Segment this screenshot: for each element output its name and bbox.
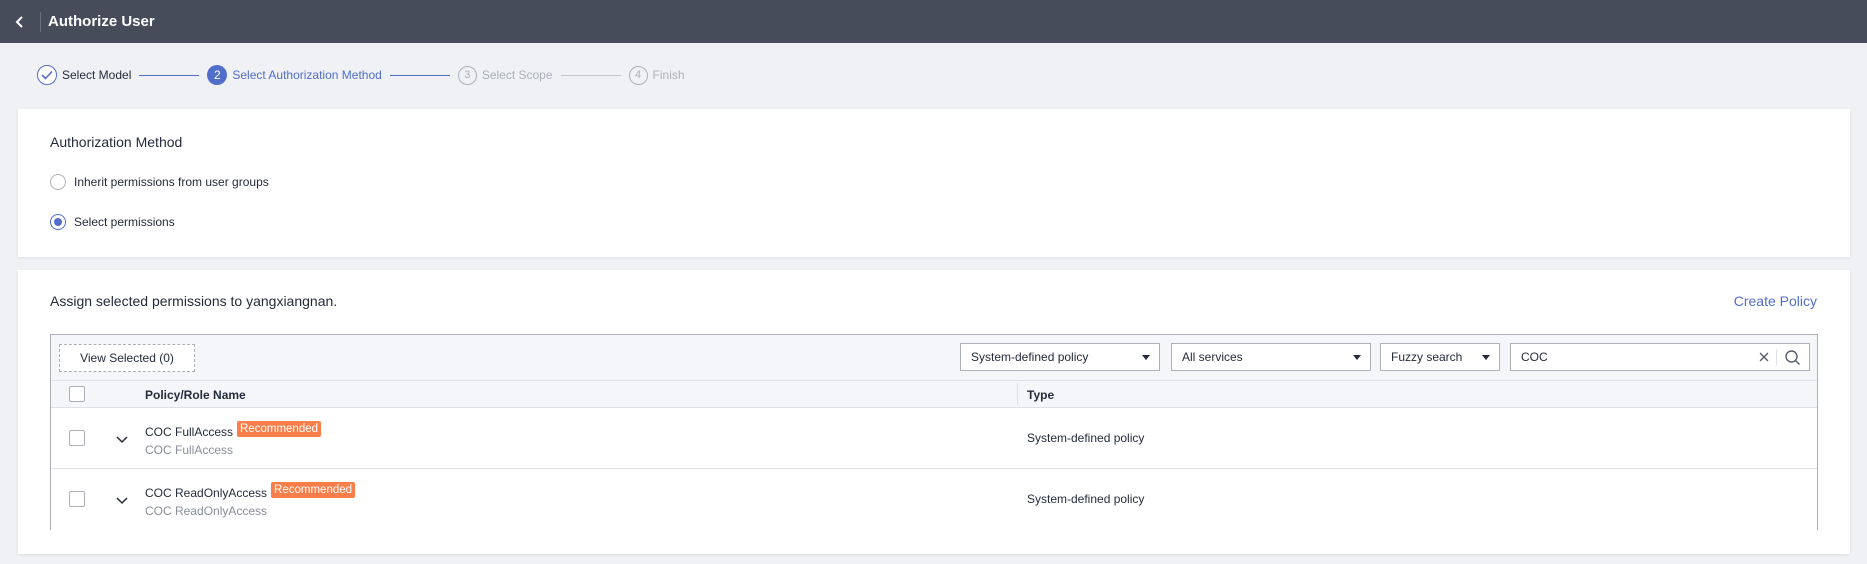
table-row: COC FullAccess Recommended COC FullAcces… [51,408,1817,469]
assign-permissions-text: Assign selected permissions to yangxiang… [50,293,338,309]
select-value: All services [1182,350,1243,364]
table-header: Policy/Role Name Type [51,380,1817,408]
radio-inherit-permissions[interactable]: Inherit permissions from user groups [50,174,269,190]
row-checkbox[interactable] [69,430,85,446]
policy-table: View Selected (0) System-defined policy … [50,334,1818,530]
view-selected-button[interactable]: View Selected (0) [59,344,195,372]
step-select-scope: 3 Select Scope [457,65,553,85]
check-icon [37,65,57,85]
search-input[interactable]: COC [1510,343,1810,371]
step-select-authorization-method: 2 Select Authorization Method [207,65,382,85]
step-label: Select Scope [481,68,553,82]
select-value: System-defined policy [971,350,1089,364]
search-value: COC [1521,350,1548,364]
search-divider [1776,349,1777,365]
step-connector [560,74,621,76]
policy-type: System-defined policy [1027,431,1145,445]
policy-name-cell: COC ReadOnlyAccess Recommended [145,482,356,500]
policy-name-cell: COC FullAccess Recommended [145,421,321,439]
page-title: Authorize User [48,13,155,30]
policy-description: COC FullAccess [145,443,234,457]
step-finish: 4 Finish [628,65,685,85]
header-divider [40,11,41,32]
authorization-method-title: Authorization Method [50,134,183,150]
caret-down-icon [1353,355,1361,360]
table-row: COC ReadOnlyAccess Recommended COC ReadO… [51,469,1817,530]
step-select-model: Select Model [37,65,131,85]
search-mode-select[interactable]: Fuzzy search [1380,343,1500,371]
chevron-down-icon[interactable] [115,432,129,446]
clear-icon[interactable] [1757,350,1771,364]
column-divider [1017,383,1018,405]
select-value: Fuzzy search [1391,350,1463,364]
services-select[interactable]: All services [1171,343,1371,371]
chevron-down-icon[interactable] [115,493,129,507]
step-number: 3 [457,65,477,85]
caret-down-icon [1482,355,1490,360]
step-number: 2 [207,65,228,85]
policy-description: COC ReadOnlyAccess [145,504,268,518]
recommended-badge: Recommended [271,482,356,498]
permissions-card: Assign selected permissions to yangxiang… [18,270,1850,554]
authorization-method-card: Authorization Method Inherit permissions… [18,109,1850,257]
caret-down-icon [1142,355,1150,360]
step-label: Finish [652,68,685,82]
step-label: Select Authorization Method [232,68,382,82]
table-toolbar: View Selected (0) System-defined policy … [51,335,1817,380]
column-header-name: Policy/Role Name [145,388,246,402]
recommended-badge: Recommended [237,421,321,437]
step-connector [139,74,200,76]
select-all-checkbox[interactable] [69,386,85,402]
radio-select-permissions[interactable]: Select permissions [50,214,175,230]
step-label: Select Model [62,68,132,82]
create-policy-link[interactable]: Create Policy [1734,293,1817,309]
policy-type-select[interactable]: System-defined policy [960,343,1160,371]
radio-label: Inherit permissions from user groups [74,175,269,189]
row-checkbox[interactable] [69,491,85,507]
top-bar: Authorize User [0,0,1867,43]
policy-type: System-defined policy [1027,492,1145,506]
radio-label: Select permissions [74,215,175,229]
policy-name: COC FullAccess [145,425,234,439]
policy-name: COC ReadOnlyAccess [145,486,268,500]
radio-button[interactable] [50,174,66,190]
column-header-type: Type [1027,388,1055,402]
step-number: 4 [628,65,648,85]
search-icon[interactable] [1784,349,1801,366]
step-indicator: Select Model 2 Select Authorization Meth… [37,64,685,86]
radio-button[interactable] [50,214,66,230]
step-connector [389,74,450,76]
back-arrow-icon[interactable] [0,0,40,43]
